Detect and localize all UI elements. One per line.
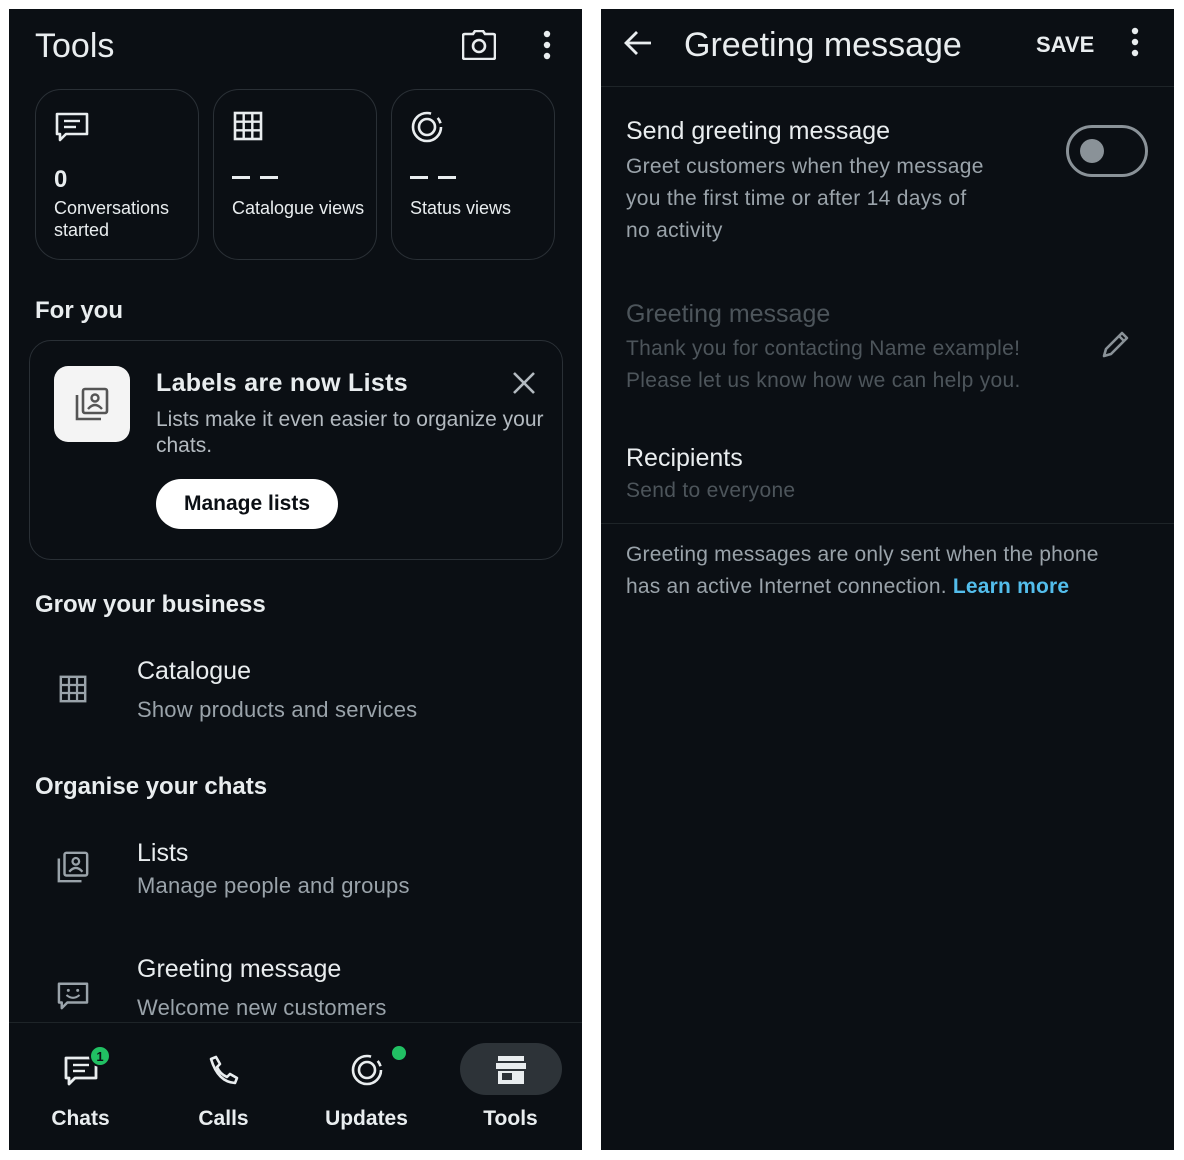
greeting-icon bbox=[53, 975, 93, 1015]
camera-icon[interactable] bbox=[461, 27, 497, 63]
stat-value-empty bbox=[410, 176, 458, 180]
new-updates-dot bbox=[390, 1044, 408, 1062]
stat-value: 0 bbox=[54, 166, 68, 193]
manage-lists-button[interactable]: Manage lists bbox=[156, 479, 338, 529]
send-greeting-toggle[interactable] bbox=[1066, 125, 1148, 177]
updates-icon bbox=[346, 1049, 388, 1091]
tab-label: Tools bbox=[483, 1107, 538, 1130]
section-organise: Organise your chats bbox=[35, 773, 268, 800]
lists-subtitle: Manage people and groups bbox=[137, 873, 410, 898]
unread-badge: 1 bbox=[89, 1045, 111, 1067]
info-note: Greeting messages are only sent when the… bbox=[626, 539, 1156, 603]
phone-icon bbox=[203, 1049, 245, 1091]
more-options-icon[interactable] bbox=[1131, 27, 1147, 61]
stat-card-catalogue[interactable]: Catalogue views bbox=[213, 89, 377, 260]
stat-card-conversations[interactable]: 0 Conversations started bbox=[35, 89, 199, 260]
toggle-knob bbox=[1080, 139, 1104, 163]
learn-more-link[interactable]: Learn more bbox=[953, 575, 1069, 598]
back-arrow-icon[interactable] bbox=[623, 27, 659, 63]
tab-updates[interactable]: Updates bbox=[295, 1023, 438, 1150]
greeting-message-screen: Greeting message SAVE Send greeting mess… bbox=[601, 9, 1174, 1150]
edit-pencil-icon[interactable] bbox=[1099, 329, 1133, 363]
info-note-text: has an active Internet connection. bbox=[626, 575, 947, 598]
greeting-message-item[interactable]: Greeting message bbox=[137, 955, 341, 984]
promo-body: Lists make it even easier to organize yo… bbox=[156, 408, 544, 457]
promo-card: Labels are now Lists Lists make it even … bbox=[29, 340, 563, 560]
close-icon[interactable] bbox=[508, 367, 540, 399]
catalogue-subtitle: Show products and services bbox=[137, 697, 418, 722]
section-grow: Grow your business bbox=[35, 591, 266, 618]
stat-card-status[interactable]: Status views bbox=[391, 89, 555, 260]
chat-list-icon bbox=[54, 110, 90, 146]
info-note-line-1: Greeting messages are only sent when the… bbox=[626, 543, 1099, 566]
lists-icon bbox=[53, 847, 93, 887]
info-note-line-2: has an active Internet connection. Learn… bbox=[626, 571, 1156, 603]
send-greeting-desc-2: you the first time or after 14 days of bbox=[626, 187, 967, 210]
status-icon bbox=[410, 110, 446, 146]
tab-label: Chats bbox=[51, 1107, 110, 1130]
greeting-subtitle: Welcome new customers bbox=[137, 995, 387, 1020]
greeting-message-line-1: Thank you for contacting Name example! bbox=[626, 337, 1021, 360]
send-greeting-desc-1: Greet customers when they message bbox=[626, 155, 984, 178]
stat-value-empty bbox=[232, 176, 280, 180]
page-title: Greeting message bbox=[684, 26, 962, 64]
send-greeting-desc-3: no activity bbox=[626, 219, 723, 242]
greeting-message-label: Greeting message bbox=[626, 300, 831, 328]
lists-icon bbox=[54, 366, 130, 442]
recipients-label[interactable]: Recipients bbox=[626, 444, 743, 473]
save-button[interactable]: SAVE bbox=[1036, 32, 1094, 58]
tab-label: Calls bbox=[198, 1107, 249, 1130]
stat-label: Conversations started bbox=[54, 198, 170, 240]
catalogue-icon bbox=[53, 669, 93, 709]
recipients-value: Send to everyone bbox=[626, 479, 796, 502]
catalogue-item[interactable]: Catalogue bbox=[137, 657, 251, 686]
bottom-navigation: 1 Chats Calls Updates Tools bbox=[9, 1022, 582, 1150]
send-greeting-label: Send greeting message bbox=[626, 117, 891, 145]
tab-tools[interactable]: Tools bbox=[439, 1023, 582, 1150]
divider bbox=[601, 523, 1174, 524]
store-icon bbox=[490, 1049, 532, 1091]
tools-screen: Tools 0 Conversations started Catalogue … bbox=[9, 9, 582, 1150]
tab-chats[interactable]: 1 Chats bbox=[9, 1023, 152, 1150]
grid-icon bbox=[232, 110, 268, 146]
more-options-icon[interactable] bbox=[529, 27, 565, 63]
greeting-message-line-2: Please let us know how we can help you. bbox=[626, 369, 1021, 392]
lists-item[interactable]: Lists bbox=[137, 839, 188, 868]
tab-label: Updates bbox=[325, 1107, 408, 1130]
page-title: Tools bbox=[35, 27, 115, 65]
stat-label: Status views bbox=[410, 198, 512, 218]
section-for-you: For you bbox=[35, 297, 123, 324]
tab-calls[interactable]: Calls bbox=[152, 1023, 295, 1150]
stat-label: Catalogue views bbox=[232, 198, 365, 218]
promo-title: Labels are now Lists bbox=[156, 369, 408, 397]
